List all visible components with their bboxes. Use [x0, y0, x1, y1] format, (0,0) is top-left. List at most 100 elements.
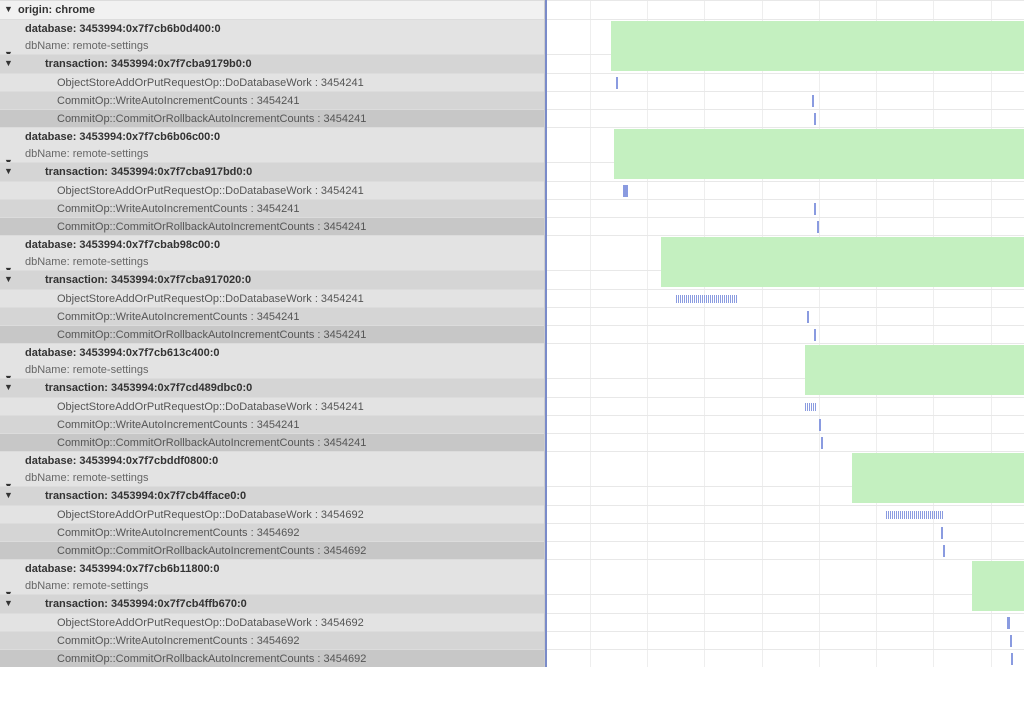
timeline-row: [547, 0, 1024, 19]
operation-row[interactable]: CommitOp::WriteAutoIncrementCounts : 345…: [0, 631, 544, 649]
event-marker[interactable]: [1011, 653, 1013, 665]
operation-row[interactable]: ObjectStoreAddOrPutRequestOp::DoDatabase…: [0, 505, 544, 523]
operation-row[interactable]: ObjectStoreAddOrPutRequestOp::DoDatabase…: [0, 73, 544, 91]
event-marker[interactable]: [814, 203, 816, 215]
origin-label: origin: chrome: [0, 1, 95, 19]
event-marker[interactable]: [819, 419, 821, 431]
event-marker[interactable]: [616, 77, 618, 89]
timeline-row: [547, 54, 1024, 73]
timeline-row: [547, 343, 1024, 362]
timeline-row: [547, 307, 1024, 325]
operation-row[interactable]: CommitOp::CommitOrRollbackAutoIncrementC…: [0, 217, 544, 235]
event-marker[interactable]: [1010, 635, 1012, 647]
timeline-row: [547, 199, 1024, 217]
event-marker[interactable]: [814, 329, 816, 341]
operation-row[interactable]: CommitOp::CommitOrRollbackAutoIncrementC…: [0, 541, 544, 559]
timeline-row: [547, 505, 1024, 523]
operation-row[interactable]: ObjectStoreAddOrPutRequestOp::DoDatabase…: [0, 289, 544, 307]
transaction-row[interactable]: ▼ transaction: 3453994:0x7f7cba917020:0: [0, 270, 544, 289]
duration-bar[interactable]: [661, 254, 1024, 287]
timeline-row: [547, 235, 1024, 254]
operation-row[interactable]: CommitOp::WriteAutoIncrementCounts : 345…: [0, 307, 544, 325]
operation-row[interactable]: ObjectStoreAddOrPutRequestOp::DoDatabase…: [0, 613, 544, 631]
dbname-row: ▼ dbName: remote-settings: [0, 146, 544, 162]
duration-bar[interactable]: [614, 146, 1024, 179]
dbname-row: ▼ dbName: remote-settings: [0, 38, 544, 54]
event-marker[interactable]: [812, 95, 814, 107]
event-marker[interactable]: [814, 113, 816, 125]
timeline-row: [547, 91, 1024, 109]
duration-bar[interactable]: [611, 38, 1024, 71]
timeline-row: [547, 397, 1024, 415]
profiler-view: ▼ origin: chrome database: 3453994:0x7f7…: [0, 0, 1024, 667]
operation-row[interactable]: CommitOp::CommitOrRollbackAutoIncrementC…: [0, 109, 544, 127]
database-row[interactable]: database: 3453994:0x7f7cb613c400:0: [0, 343, 544, 362]
event-marker[interactable]: [676, 295, 738, 303]
timeline-row: [547, 594, 1024, 613]
timeline-row: [547, 270, 1024, 289]
operation-row[interactable]: CommitOp::WriteAutoIncrementCounts : 345…: [0, 415, 544, 433]
event-marker[interactable]: [821, 437, 823, 449]
database-row[interactable]: database: 3453994:0x7f7cbddf0800:0: [0, 451, 544, 470]
duration-bar[interactable]: [805, 362, 1024, 395]
event-marker[interactable]: [943, 545, 945, 557]
chevron-down-icon[interactable]: ▼: [4, 382, 13, 392]
timeline-row: [547, 631, 1024, 649]
timeline-row: [547, 181, 1024, 199]
timeline-row: [547, 19, 1024, 38]
timeline-row: [547, 217, 1024, 235]
timeline-row: [547, 378, 1024, 397]
timeline-row: [547, 559, 1024, 578]
chevron-down-icon[interactable]: ▼: [4, 58, 13, 68]
timeline-row: [547, 73, 1024, 91]
operation-row[interactable]: CommitOp::CommitOrRollbackAutoIncrementC…: [0, 649, 544, 667]
timeline-row: [547, 541, 1024, 559]
dbname-row: ▼ dbName: remote-settings: [0, 254, 544, 270]
transaction-row[interactable]: ▼ transaction: 3453994:0x7f7cba917bd0:0: [0, 162, 544, 181]
timeline-row: [547, 162, 1024, 181]
origin-row[interactable]: ▼ origin: chrome: [0, 0, 544, 19]
database-row[interactable]: database: 3453994:0x7f7cb6b11800:0: [0, 559, 544, 578]
chevron-down-icon[interactable]: ▼: [4, 4, 13, 14]
timeline-row: [547, 486, 1024, 505]
timeline-panel: [545, 0, 1024, 667]
database-row[interactable]: database: 3453994:0x7f7cb6b0d400:0: [0, 19, 544, 38]
event-marker[interactable]: [807, 311, 809, 323]
transaction-row[interactable]: ▼ transaction: 3453994:0x7f7cba9179b0:0: [0, 54, 544, 73]
event-marker[interactable]: [886, 511, 944, 519]
operation-row[interactable]: ObjectStoreAddOrPutRequestOp::DoDatabase…: [0, 397, 544, 415]
operation-row[interactable]: CommitOp::WriteAutoIncrementCounts : 345…: [0, 523, 544, 541]
event-marker[interactable]: [623, 185, 628, 197]
dbname-row: ▼ dbName: remote-settings: [0, 578, 544, 594]
timeline-row: [547, 451, 1024, 470]
event-marker[interactable]: [817, 221, 819, 233]
operation-row[interactable]: ObjectStoreAddOrPutRequestOp::DoDatabase…: [0, 181, 544, 199]
database-row[interactable]: database: 3453994:0x7f7cbab98c00:0: [0, 235, 544, 254]
transaction-row[interactable]: ▼ transaction: 3453994:0x7f7cd489dbc0:0: [0, 378, 544, 397]
duration-bar[interactable]: [972, 578, 1024, 611]
transaction-row[interactable]: ▼ transaction: 3453994:0x7f7cb4fface0:0: [0, 486, 544, 505]
operation-row[interactable]: CommitOp::CommitOrRollbackAutoIncrementC…: [0, 433, 544, 451]
timeline-row: [547, 109, 1024, 127]
timeline-row: [547, 127, 1024, 146]
transaction-row[interactable]: ▼ transaction: 3453994:0x7f7cb4ffb670:0: [0, 594, 544, 613]
event-marker[interactable]: [941, 527, 943, 539]
chevron-down-icon[interactable]: ▼: [4, 598, 13, 608]
operation-row[interactable]: CommitOp::CommitOrRollbackAutoIncrementC…: [0, 325, 544, 343]
timeline-row: [547, 523, 1024, 541]
duration-bar[interactable]: [852, 470, 1024, 503]
timeline-row: [547, 578, 1024, 594]
timeline-row: [547, 613, 1024, 631]
chevron-down-icon[interactable]: ▼: [4, 274, 13, 284]
timeline-row: [547, 415, 1024, 433]
chevron-down-icon[interactable]: ▼: [4, 490, 13, 500]
database-row[interactable]: database: 3453994:0x7f7cb6b06c00:0: [0, 127, 544, 146]
event-marker[interactable]: [805, 403, 817, 411]
dbname-row: ▼ dbName: remote-settings: [0, 470, 544, 486]
tree-panel: ▼ origin: chrome database: 3453994:0x7f7…: [0, 0, 545, 667]
event-marker[interactable]: [1007, 617, 1010, 629]
operation-row[interactable]: CommitOp::WriteAutoIncrementCounts : 345…: [0, 91, 544, 109]
chevron-down-icon[interactable]: ▼: [4, 166, 13, 176]
timeline-row: [547, 289, 1024, 307]
operation-row[interactable]: CommitOp::WriteAutoIncrementCounts : 345…: [0, 199, 544, 217]
